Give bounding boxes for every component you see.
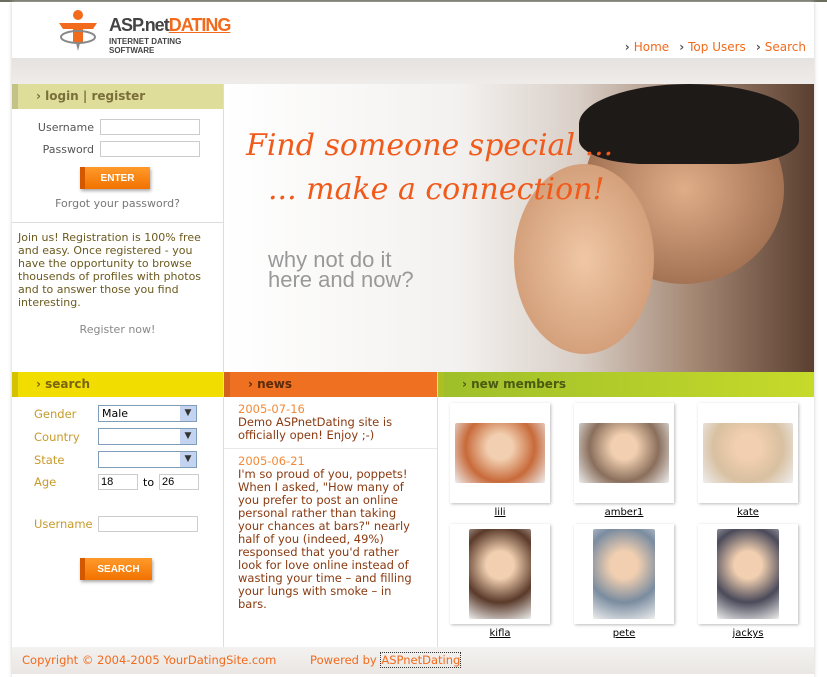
logo[interactable]: ASP.netDATING INTERNET DATING SOFTWARE: [57, 9, 231, 55]
hero-headline-1: Find someone special ...: [246, 128, 614, 163]
member-card[interactable]: kifla: [450, 524, 550, 639]
footer: Copyright © 2004-2005 YourDatingSite.com…: [12, 647, 814, 674]
member-photo[interactable]: [450, 403, 550, 503]
hero-headline-2: ... make a connection!: [268, 172, 605, 207]
member-photo[interactable]: [574, 403, 674, 503]
page: ASP.netDATING INTERNET DATING SOFTWARE H…: [12, 2, 814, 677]
search-button[interactable]: SEARCH: [80, 558, 152, 580]
password-input[interactable]: [100, 141, 200, 157]
member-card[interactable]: kate: [698, 403, 798, 518]
member-card[interactable]: jackys: [698, 524, 798, 639]
chevron-down-icon: ▼: [180, 452, 196, 467]
username-label: Username: [37, 120, 94, 134]
top-nav: Home Top Users Search: [625, 40, 806, 54]
hero-subline: why not do it here and now?: [268, 247, 414, 292]
member-name-link[interactable]: kate: [698, 507, 798, 518]
login-panel: login | register Username Password ENTER…: [12, 84, 224, 372]
password-label: Password: [42, 142, 94, 156]
forgot-password-link[interactable]: Forgot your password?: [12, 197, 223, 210]
member-name-link[interactable]: kifla: [450, 628, 550, 639]
nav-top-users[interactable]: Top Users: [679, 40, 746, 54]
search-username-input[interactable]: [98, 516, 198, 532]
search-panel: search GenderMale▼ Country▼ State▼ Ageto…: [12, 372, 224, 647]
members-heading: new members: [438, 372, 814, 397]
header-band: [12, 58, 814, 84]
member-card[interactable]: lili: [450, 403, 550, 518]
member-card[interactable]: pete: [574, 524, 674, 639]
register-link[interactable]: Register now!: [12, 323, 223, 336]
age-to-input[interactable]: [159, 474, 200, 490]
member-photo[interactable]: [698, 524, 798, 624]
member-name-link[interactable]: amber1: [574, 507, 674, 518]
gender-select[interactable]: Male ▼: [98, 405, 197, 422]
chevron-down-icon: ▼: [180, 406, 196, 421]
age-from-input[interactable]: [98, 474, 138, 490]
join-text: Join us! Registration is 100% free and e…: [12, 222, 223, 317]
member-photo[interactable]: [450, 524, 550, 624]
header: ASP.netDATING INTERNET DATING SOFTWARE H…: [12, 2, 814, 58]
member-photo[interactable]: [698, 403, 798, 503]
new-members-panel: new members lili amber1 kate kifla pete jacky…: [438, 372, 814, 647]
news-panel: news 2005-07-16Demo ASPnetDating site is…: [224, 372, 438, 647]
news-item: 2005-06-21 I'm so proud of you, poppets! …: [238, 454, 412, 611]
news-heading: news: [224, 372, 437, 397]
username-input[interactable]: [100, 119, 200, 135]
country-select[interactable]: ▼: [98, 428, 197, 445]
enter-button[interactable]: ENTER: [80, 167, 150, 189]
login-heading: login | register: [12, 84, 223, 109]
powered-by-link[interactable]: ASPnetDating: [380, 652, 462, 668]
nav-home[interactable]: Home: [625, 40, 669, 54]
copyright: Copyright © 2004-2005 YourDatingSite.com: [22, 653, 277, 667]
logo-icon: [59, 10, 97, 51]
member-name-link[interactable]: pete: [574, 628, 674, 639]
member-card[interactable]: amber1: [574, 403, 674, 518]
member-name-link[interactable]: lili: [450, 507, 550, 518]
chevron-down-icon: ▼: [180, 429, 196, 444]
hero-banner: Find someone special ... ... make a conn…: [224, 84, 814, 372]
member-name-link[interactable]: jackys: [698, 628, 798, 639]
nav-search[interactable]: Search: [756, 40, 806, 54]
member-photo[interactable]: [574, 524, 674, 624]
search-heading: search: [12, 372, 223, 397]
news-item: 2005-07-16 Demo ASPnetDating site is offi…: [224, 397, 437, 449]
state-select[interactable]: ▼: [98, 451, 197, 468]
